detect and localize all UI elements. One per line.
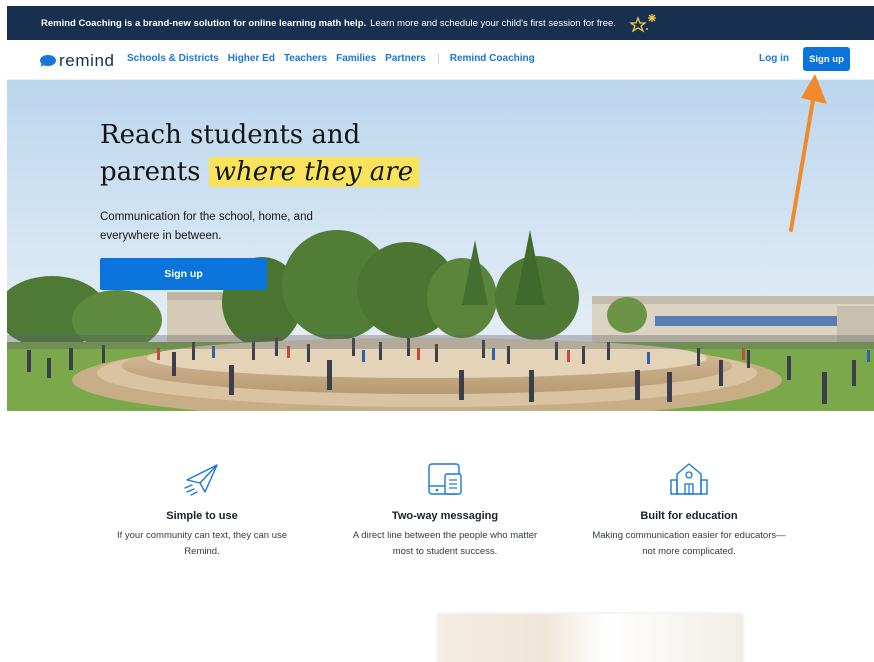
announcement-bar[interactable]: Remind Coaching is a brand-new solution …: [7, 6, 874, 40]
school-building-icon: [670, 463, 708, 495]
hero-headline-parents: parents: [100, 157, 201, 187]
nav-signup-button[interactable]: Sign up: [803, 47, 850, 71]
sparkle-stars-icon: [628, 14, 656, 33]
login-link[interactable]: Log in: [759, 53, 789, 64]
hero-headline-line2: parents where they are: [100, 154, 420, 191]
nav-link-higher-ed[interactable]: Higher Ed: [228, 53, 275, 64]
hero-headline: Reach students and parents where they ar…: [100, 117, 420, 191]
hero-subtitle: Communication for the school, home, and …: [100, 211, 313, 242]
page: Remind Coaching is a brand-new solution …: [7, 6, 874, 662]
feature-title: Simple to use: [166, 510, 238, 522]
hero-headline-highlight: where they are: [208, 157, 420, 187]
feature-title: Built for education: [640, 510, 738, 522]
remind-logo[interactable]: remind: [40, 51, 115, 71]
nav-link-remind-coaching[interactable]: Remind Coaching: [450, 53, 535, 64]
chat-bubble-logo-icon: [40, 55, 56, 67]
nav-link-teachers[interactable]: Teachers: [284, 53, 327, 64]
feature-built-for-education: Built for education Making communication…: [589, 462, 789, 560]
feature-title: Two-way messaging: [391, 510, 499, 522]
messaging-device-icon: [428, 463, 462, 495]
nav-links: Schools & Districts Higher Ed Teachers F…: [127, 53, 544, 64]
hero-signup-button[interactable]: Sign up: [100, 258, 267, 290]
hero-section: Reach students and parents where they ar…: [7, 80, 874, 411]
preview-image-card: [438, 614, 743, 662]
feature-simple-to-use: Simple to use If your community can text…: [102, 462, 302, 560]
feature-two-way-messaging: Two-way messaging A direct line between …: [345, 462, 545, 560]
announcement-bold-text: Remind Coaching is a brand-new solution …: [41, 17, 367, 29]
feature-description: If your community can text, they can use…: [116, 530, 288, 557]
nav-link-schools-districts[interactable]: Schools & Districts: [127, 53, 219, 64]
nav-link-families[interactable]: Families: [336, 53, 376, 64]
feature-description: A direct line between the people who mat…: [352, 530, 538, 557]
feature-description: Making communication easier for educator…: [592, 530, 786, 557]
paper-plane-icon: [184, 464, 218, 496]
logo-wordmark: remind: [59, 51, 115, 70]
hero-headline-line1: Reach students and: [100, 120, 361, 150]
top-nav: remind Schools & Districts Higher Ed Tea…: [7, 40, 874, 80]
nav-link-partners[interactable]: Partners: [385, 53, 426, 64]
announcement-text: Learn more and schedule your child's fir…: [370, 17, 616, 29]
annotation-arrow: [789, 74, 827, 232]
nav-divider: [437, 53, 439, 64]
